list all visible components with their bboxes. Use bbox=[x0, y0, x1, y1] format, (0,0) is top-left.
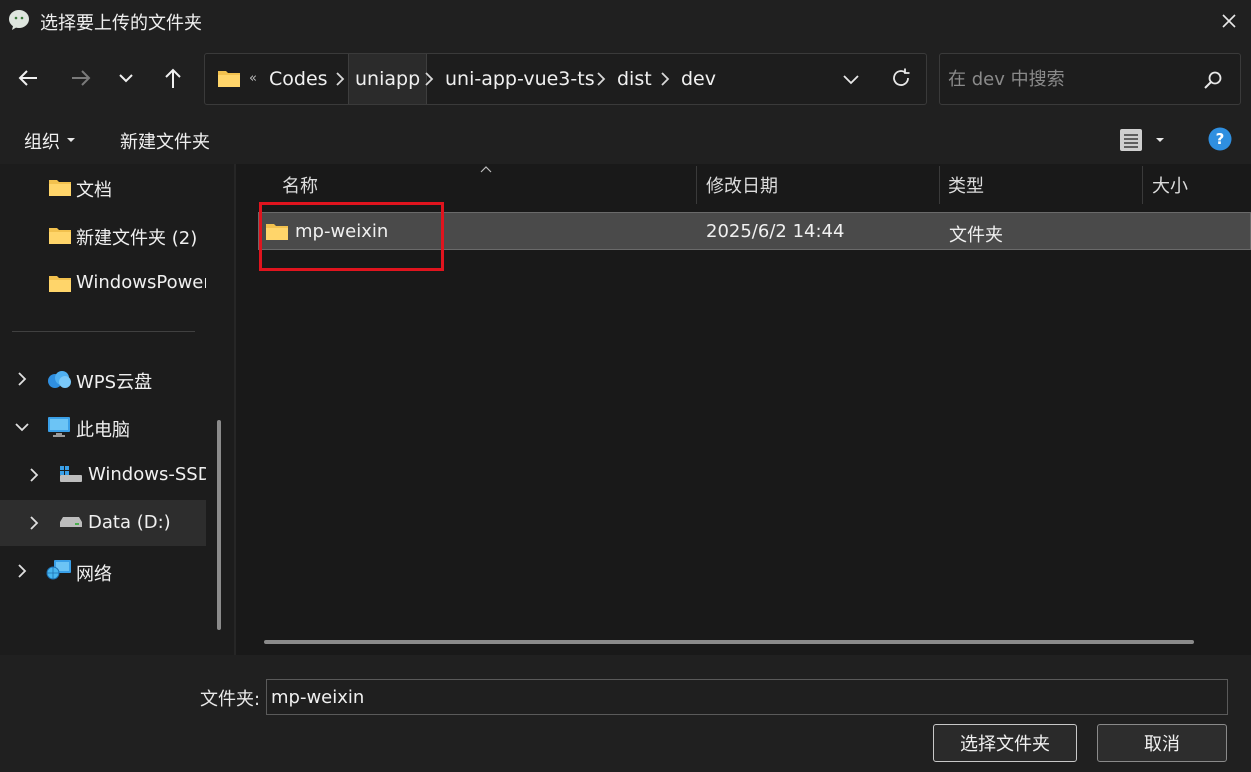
computer-icon bbox=[48, 417, 70, 437]
folder-icon bbox=[49, 276, 71, 292]
dialog-footer: 文件夹: 选择文件夹 取消 bbox=[0, 655, 1251, 772]
sidebar-item-label: Data (D:) bbox=[88, 512, 171, 533]
sidebar-item-label: WPS云盘 bbox=[76, 372, 153, 393]
help-icon[interactable]: ? bbox=[1208, 127, 1232, 151]
file-modified: 2025/6/2 14:44 bbox=[706, 221, 845, 242]
sidebar-item-label: WindowsPowerShell bbox=[76, 272, 206, 293]
close-icon bbox=[1222, 14, 1236, 28]
sidebar-item-windows-ssd[interactable]: Windows-SSD bbox=[0, 452, 206, 498]
close-button[interactable] bbox=[1207, 0, 1251, 42]
highlight-annotation bbox=[259, 202, 444, 271]
chevron-down-icon bbox=[119, 74, 133, 83]
sidebar-item-data-d[interactable]: Data (D:) bbox=[0, 500, 206, 546]
system-drive-icon bbox=[60, 466, 82, 482]
chevron-down-icon[interactable] bbox=[14, 419, 30, 435]
wps-cloud-icon bbox=[48, 371, 71, 388]
view-details-icon[interactable] bbox=[1119, 128, 1143, 152]
column-separator[interactable] bbox=[696, 166, 697, 204]
caret-down-icon[interactable] bbox=[66, 136, 76, 144]
organize-menu[interactable]: 组织 bbox=[24, 128, 60, 154]
navigation-pane: 文档 新建文件夹 (2) WindowsPowerShell WPS云盘 此电脑… bbox=[0, 164, 234, 655]
sidebar-item-documents[interactable]: 文档 bbox=[0, 164, 206, 210]
arrow-right-icon bbox=[72, 70, 91, 86]
column-header-size[interactable]: 大小 bbox=[1152, 172, 1188, 198]
forward-button[interactable] bbox=[63, 60, 99, 96]
sidebar-scrollbar[interactable] bbox=[217, 420, 221, 630]
refresh-icon[interactable] bbox=[890, 67, 912, 89]
address-bar[interactable]: « Codes uniapp uni-app-vue3-ts dist dev bbox=[204, 53, 927, 105]
sidebar-item-network[interactable]: 网络 bbox=[0, 548, 206, 594]
column-header-name[interactable]: 名称 bbox=[282, 172, 318, 198]
chevron-right-icon[interactable] bbox=[421, 71, 437, 87]
breadcrumb-dev[interactable]: dev bbox=[681, 54, 716, 104]
recent-locations-button[interactable] bbox=[108, 60, 144, 96]
chevron-right-icon[interactable] bbox=[332, 71, 348, 87]
chevron-right-icon[interactable] bbox=[14, 563, 30, 579]
sidebar-item-new-folder-2[interactable]: 新建文件夹 (2) bbox=[0, 212, 206, 258]
chevron-down-icon[interactable] bbox=[842, 70, 860, 88]
sort-up-icon bbox=[480, 166, 492, 173]
chat-app-icon bbox=[9, 10, 29, 30]
back-button[interactable] bbox=[10, 60, 46, 96]
file-type: 文件夹 bbox=[949, 225, 1003, 246]
arrow-up-icon bbox=[165, 68, 181, 88]
folder-field[interactable] bbox=[266, 679, 1228, 715]
breadcrumb-codes[interactable]: Codes bbox=[269, 54, 328, 104]
breadcrumb-overflow[interactable]: « bbox=[249, 54, 257, 104]
breadcrumb-uni-app-vue3-ts[interactable]: uni-app-vue3-ts bbox=[445, 54, 595, 104]
horizontal-scrollbar[interactable] bbox=[264, 640, 1194, 644]
breadcrumb-uniapp[interactable]: uniapp bbox=[348, 54, 428, 104]
column-separator[interactable] bbox=[1142, 166, 1143, 204]
search-input[interactable] bbox=[948, 66, 1198, 92]
chevron-right-icon[interactable] bbox=[26, 467, 42, 483]
cancel-button[interactable]: 取消 bbox=[1097, 724, 1227, 762]
search-box[interactable] bbox=[939, 53, 1241, 105]
arrow-left-icon bbox=[18, 70, 37, 86]
search-icon[interactable] bbox=[1203, 70, 1223, 90]
column-separator[interactable] bbox=[939, 166, 940, 204]
sidebar-item-label: Windows-SSD bbox=[88, 464, 206, 485]
sidebar-item-label: 网络 bbox=[76, 564, 112, 585]
chevron-right-icon[interactable] bbox=[26, 515, 42, 531]
svg-text:?: ? bbox=[1216, 130, 1225, 148]
new-folder-button[interactable]: 新建文件夹 bbox=[120, 128, 210, 154]
sidebar-item-windowspowershell[interactable]: WindowsPowerShell bbox=[0, 260, 206, 306]
sidebar-divider bbox=[12, 331, 195, 332]
drive-icon bbox=[60, 517, 82, 527]
column-header-type[interactable]: 类型 bbox=[948, 172, 984, 198]
chevron-right-icon[interactable] bbox=[593, 71, 609, 87]
command-bar: 组织 新建文件夹 ? bbox=[0, 116, 1251, 164]
chevron-right-icon[interactable] bbox=[14, 371, 30, 387]
folder-icon bbox=[218, 71, 240, 87]
title-bar: 选择要上传的文件夹 bbox=[0, 0, 1251, 42]
sidebar-item-this-pc[interactable]: 此电脑 bbox=[0, 404, 206, 450]
caret-down-icon[interactable] bbox=[1155, 136, 1165, 144]
window-title: 选择要上传的文件夹 bbox=[40, 13, 202, 34]
sidebar-item-wps-cloud[interactable]: WPS云盘 bbox=[0, 356, 206, 402]
column-header-modified[interactable]: 修改日期 bbox=[706, 172, 778, 198]
organize-label: 组织 bbox=[24, 132, 60, 153]
network-icon bbox=[46, 560, 71, 580]
sidebar-item-label: 此电脑 bbox=[76, 420, 130, 441]
select-folder-button[interactable]: 选择文件夹 bbox=[933, 724, 1077, 762]
breadcrumb-dist[interactable]: dist bbox=[617, 54, 652, 104]
sidebar-item-label: 文档 bbox=[76, 180, 112, 201]
folder-icon bbox=[49, 180, 71, 196]
folder-input[interactable] bbox=[271, 685, 1171, 709]
chevron-right-icon[interactable] bbox=[657, 71, 673, 87]
folder-label: 文件夹: bbox=[200, 689, 261, 710]
folder-icon bbox=[49, 228, 71, 244]
up-button[interactable] bbox=[155, 60, 191, 96]
sidebar-item-label: 新建文件夹 (2) bbox=[76, 228, 198, 249]
